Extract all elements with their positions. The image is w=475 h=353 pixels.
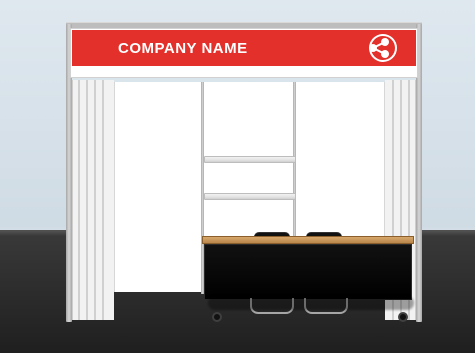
fascia-white-strip [72,66,416,76]
back-wall-panel-left [114,82,203,292]
counter-caster-right [398,312,408,322]
left-wall-slat [78,80,80,320]
company-logo-icon [369,34,397,62]
counter-top [202,236,414,244]
counter-caster-left [212,312,222,322]
counter-shadow [208,296,414,310]
left-wall-slat [86,80,88,320]
left-wall-slat [94,80,96,320]
wall-shelf-top [204,156,296,163]
wall-shelf-bottom [204,193,296,200]
reception-counter [204,244,412,300]
left-wall-slat [102,80,104,320]
company-name-text: COMPANY NAME [118,39,248,57]
booth-render: COMPANY NAME [0,0,475,353]
